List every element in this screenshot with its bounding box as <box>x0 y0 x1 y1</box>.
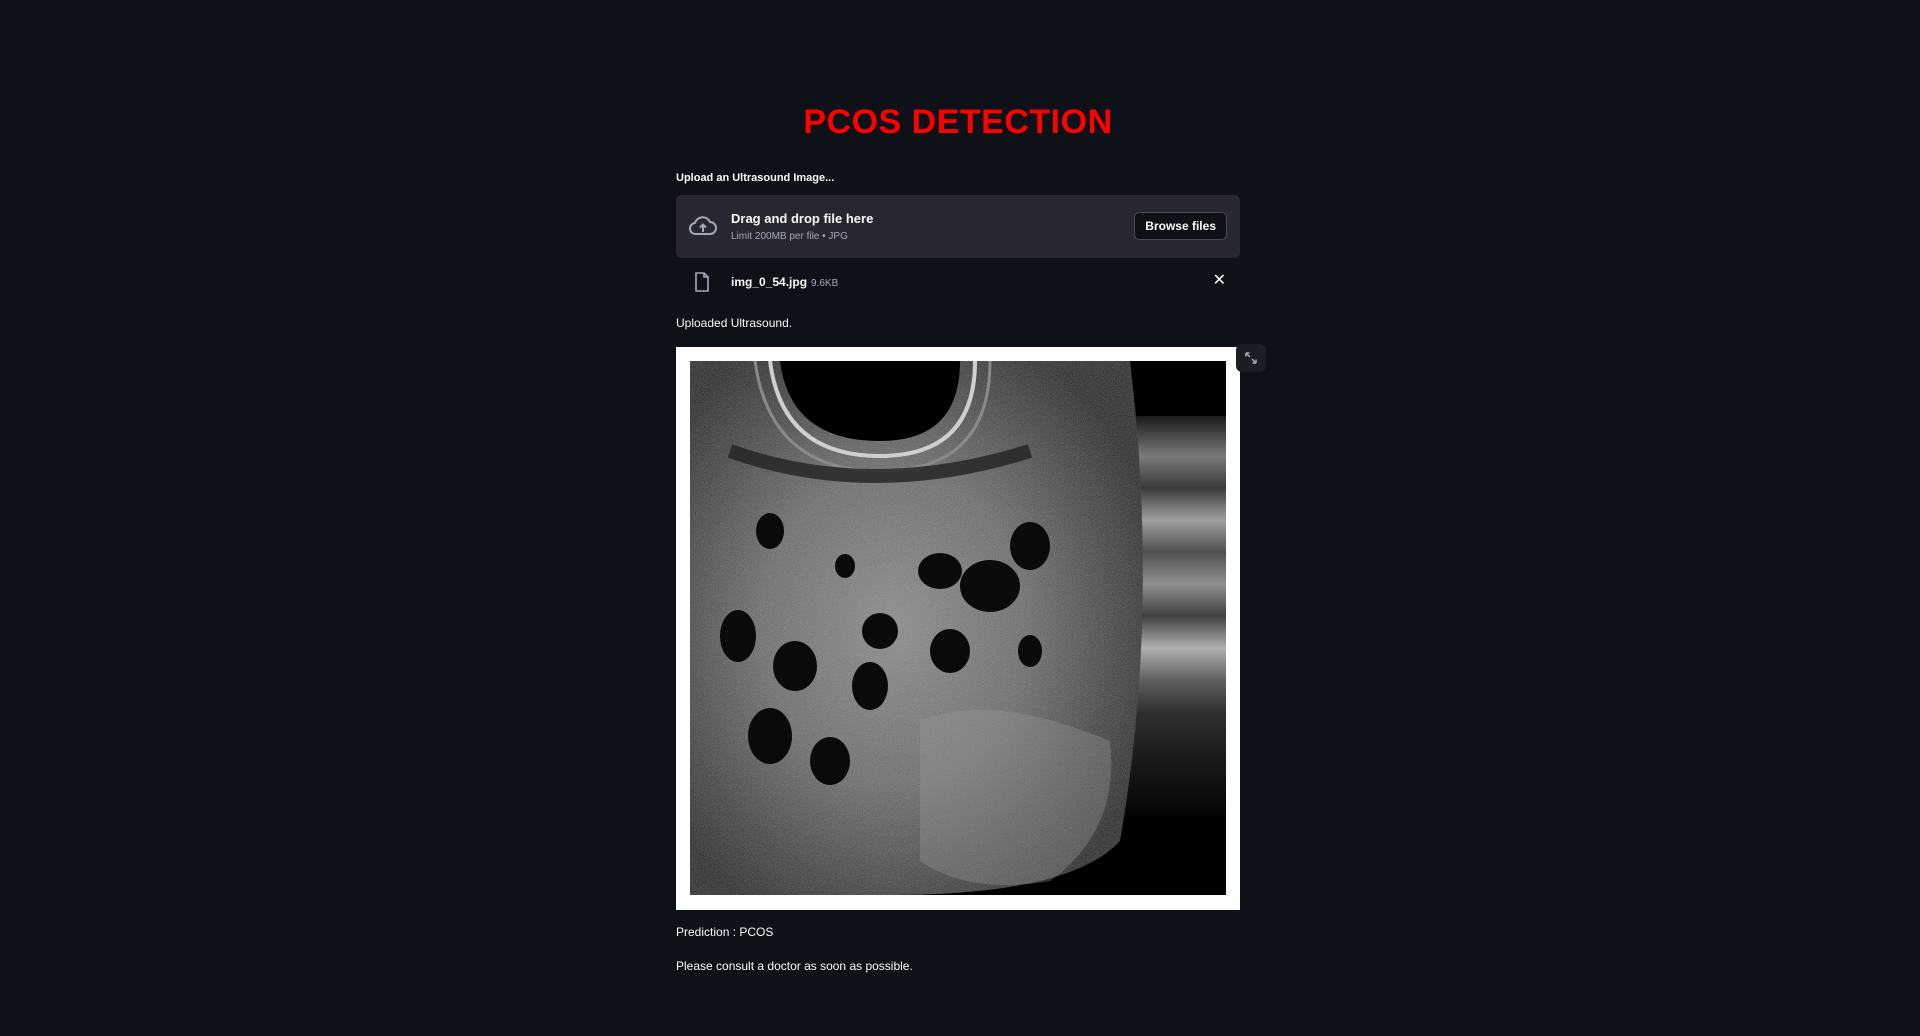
advice-text: Please consult a doctor as soon as possi… <box>676 959 913 973</box>
close-icon[interactable]: ✕ <box>1213 273 1226 289</box>
image-caption: Uploaded Ultrasound. <box>676 316 793 330</box>
dropzone-title: Drag and drop file here <box>731 211 874 226</box>
uploader-label: Upload an Ultrasound Image... <box>676 172 835 184</box>
dropzone-text: Drag and drop file here Limit 200MB per … <box>731 211 873 242</box>
cloud-upload-icon <box>689 216 717 235</box>
page-title: PCOS DETECTION <box>803 103 1113 141</box>
file-dropzone[interactable]: Drag and drop file here Limit 200MB per … <box>676 195 1240 258</box>
file-size: 9.6KB <box>811 278 839 289</box>
browse-files-button[interactable]: Browse files <box>1134 212 1227 240</box>
ultrasound-image <box>690 361 1226 895</box>
file-name: img_0_54.jpg 9.6KB <box>731 275 838 289</box>
fullscreen-button[interactable] <box>1236 344 1266 372</box>
file-icon <box>695 272 709 292</box>
uploaded-file-row: img_0_54.jpg 9.6KB ✕ <box>676 268 1240 296</box>
file-name-text: img_0_54.jpg <box>731 275 808 289</box>
ultrasound-graphic <box>690 361 1226 895</box>
dropzone-limit: Limit 200MB per file • JPG <box>731 231 848 242</box>
prediction-text: Prediction : PCOS <box>676 925 774 939</box>
ultrasound-image-frame <box>676 347 1240 910</box>
fullscreen-icon <box>1245 352 1257 364</box>
